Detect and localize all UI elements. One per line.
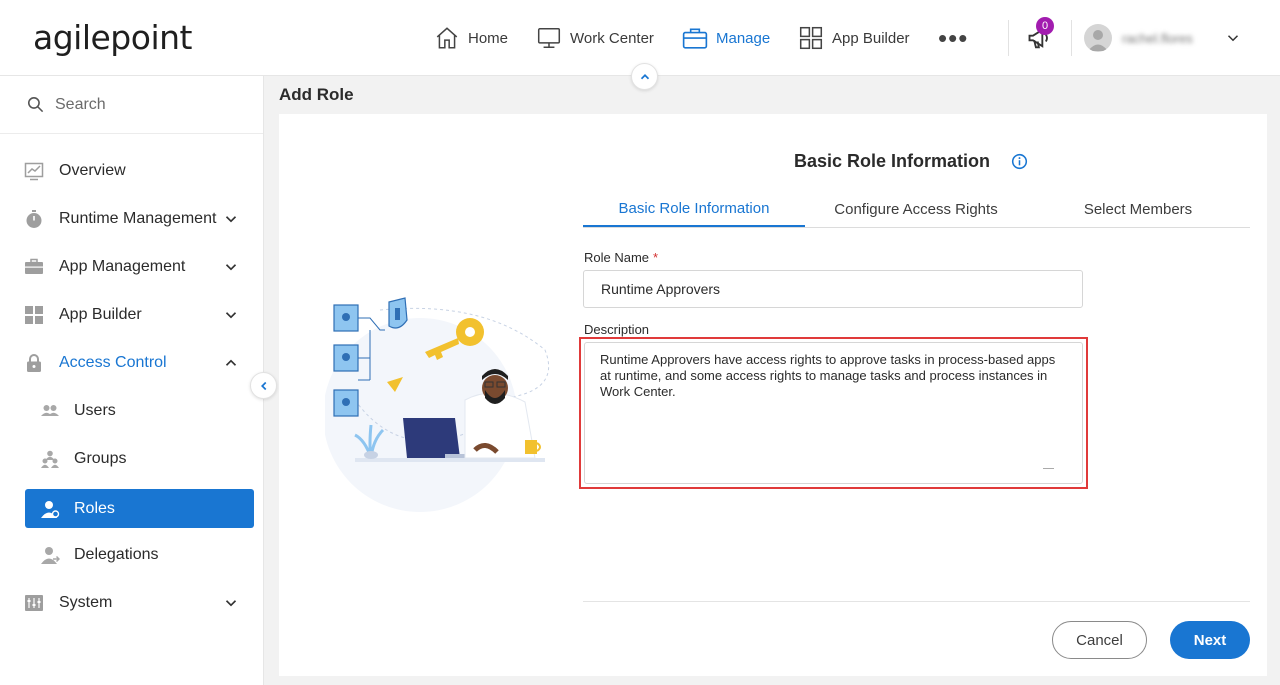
- role-name-label: Role Name *: [584, 250, 658, 265]
- search-icon: [27, 96, 44, 113]
- sidebar-item-label: App Management: [59, 258, 186, 275]
- sidebar-item-label: Overview: [59, 162, 126, 179]
- sidebar-search[interactable]: [0, 76, 263, 134]
- sidebar-item-label: Groups: [74, 450, 127, 467]
- username[interactable]: rachel.flores: [1122, 31, 1193, 46]
- chevron-down-icon[interactable]: [1224, 29, 1242, 47]
- stopwatch-icon: [26, 210, 42, 228]
- description-label: Description: [584, 322, 650, 337]
- collapse-header-button[interactable]: [631, 63, 658, 90]
- sidebar-item-overview[interactable]: Overview: [0, 151, 263, 191]
- nav-home[interactable]: Home: [434, 0, 508, 76]
- nav-manage[interactable]: Manage: [682, 0, 770, 76]
- grid-icon: [799, 26, 823, 50]
- textarea-resize-handle[interactable]: [1043, 468, 1054, 469]
- users-icon: [41, 405, 59, 416]
- collapse-sidebar-button[interactable]: [250, 372, 277, 399]
- tab-configure-access-rights[interactable]: Configure Access Rights: [805, 192, 1027, 227]
- tab-label: Select Members: [1083, 201, 1193, 218]
- sidebar-item-app-builder[interactable]: App Builder: [0, 295, 263, 335]
- sidebar-item-delegations[interactable]: Delegations: [0, 535, 263, 575]
- chevron-up-icon: [225, 359, 237, 366]
- sidebar-item-label: App Builder: [59, 306, 142, 323]
- sidebar-item-label: Delegations: [74, 546, 159, 563]
- search-input[interactable]: [55, 95, 235, 114]
- sidebar: Overview Runtime Management App Manageme…: [0, 76, 264, 685]
- nav-work-center-label: Work Center: [570, 29, 654, 47]
- user-avatar-icon: [1088, 30, 1108, 51]
- sliders-icon: [25, 595, 43, 611]
- sidebar-item-label: Users: [74, 402, 116, 419]
- sidebar-item-label: Runtime Management: [59, 210, 217, 227]
- sidebar-item-groups[interactable]: Groups: [0, 439, 263, 479]
- agilepoint-logo[interactable]: agilepoint: [33, 18, 192, 57]
- description-textarea[interactable]: Runtime Approvers have access rights to …: [584, 342, 1083, 484]
- briefcase-icon: [682, 28, 708, 49]
- avatar[interactable]: [1084, 24, 1112, 52]
- toolbox-icon: [25, 258, 43, 274]
- next-button[interactable]: Next: [1170, 621, 1250, 659]
- nav-app-builder[interactable]: App Builder: [798, 0, 910, 76]
- groups-icon: [41, 450, 59, 468]
- sidebar-item-label: System: [59, 594, 113, 611]
- sidebar-item-users[interactable]: Users: [0, 391, 263, 431]
- cancel-button[interactable]: Cancel: [1052, 621, 1147, 659]
- wizard-tabs: Basic Role Information Configure Access …: [583, 192, 1250, 228]
- chevron-down-icon: [225, 264, 237, 271]
- tab-label: Configure Access Rights: [834, 201, 998, 218]
- sidebar-item-app-management[interactable]: App Management: [0, 247, 263, 287]
- more-icon: •••: [938, 23, 969, 53]
- header-divider: [1008, 20, 1009, 56]
- sidebar-item-label: Roles: [74, 499, 115, 517]
- home-icon: [436, 27, 458, 49]
- page-title: Add Role: [279, 85, 354, 104]
- sidebar-item-access-control[interactable]: Access Control: [0, 343, 263, 383]
- tab-select-members[interactable]: Select Members: [1027, 192, 1249, 227]
- nav-manage-label: Manage: [716, 29, 771, 47]
- sidebar-item-label: Access Control: [59, 354, 167, 371]
- role-name-label-text: Role Name: [584, 250, 650, 265]
- document-icon: [333, 304, 359, 417]
- role-illustration: [325, 297, 550, 512]
- tab-label: Basic Role Information: [618, 200, 770, 217]
- more-menu-button[interactable]: •••: [938, 0, 968, 76]
- card-title: Basic Role Information: [794, 151, 991, 171]
- header-divider: [1071, 20, 1072, 56]
- chevron-left-icon: [260, 381, 266, 390]
- chevron-up-icon: [640, 73, 649, 79]
- chevron-down-icon: [225, 312, 237, 319]
- sidebar-item-system[interactable]: System: [0, 583, 263, 623]
- lock-icon: [27, 354, 41, 372]
- chevron-down-icon: [225, 216, 237, 223]
- nav-app-builder-label: App Builder: [832, 29, 910, 47]
- monitor-icon: [537, 28, 561, 48]
- info-icon[interactable]: [1011, 153, 1028, 170]
- chart-icon: [24, 162, 44, 181]
- nav-home-label: Home: [468, 29, 509, 47]
- notification-badge: 0: [1036, 17, 1054, 35]
- grid-icon: [25, 306, 43, 324]
- role-icon: [41, 501, 60, 518]
- sidebar-item-roles[interactable]: Roles: [25, 489, 254, 528]
- required-marker: *: [653, 250, 659, 265]
- sidebar-item-runtime-management[interactable]: Runtime Management: [0, 199, 263, 239]
- role-name-input[interactable]: [583, 270, 1083, 308]
- chevron-down-icon: [225, 600, 237, 607]
- footer-divider: [583, 601, 1250, 602]
- delegation-icon: [41, 547, 60, 564]
- tab-basic-role-information[interactable]: Basic Role Information: [583, 192, 805, 227]
